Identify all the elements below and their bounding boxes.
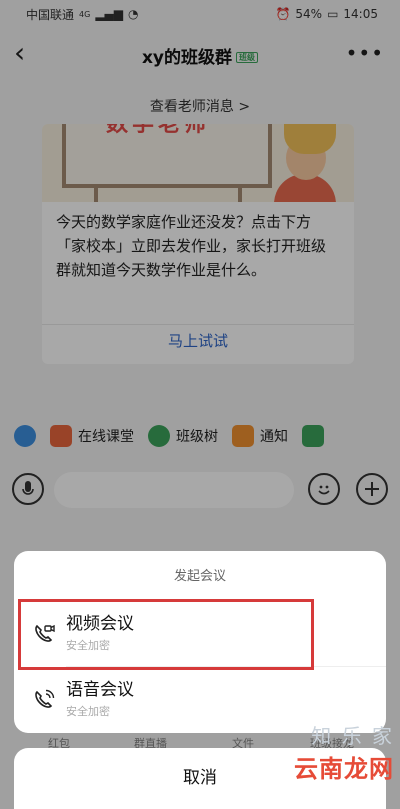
sheet-title: 发起会议 xyxy=(173,569,226,584)
voice-meeting-sub: 安全加密 xyxy=(66,705,110,718)
highlight-box xyxy=(18,599,314,670)
voice-call-icon xyxy=(35,689,55,708)
voice-meeting-label: 语音会议 xyxy=(66,680,134,700)
watermark-top: 知 乐 家 xyxy=(311,724,394,748)
watermark-bottom: 云南龙网 xyxy=(294,755,394,783)
watermark: 知 乐 家 云南龙网 xyxy=(294,720,394,784)
